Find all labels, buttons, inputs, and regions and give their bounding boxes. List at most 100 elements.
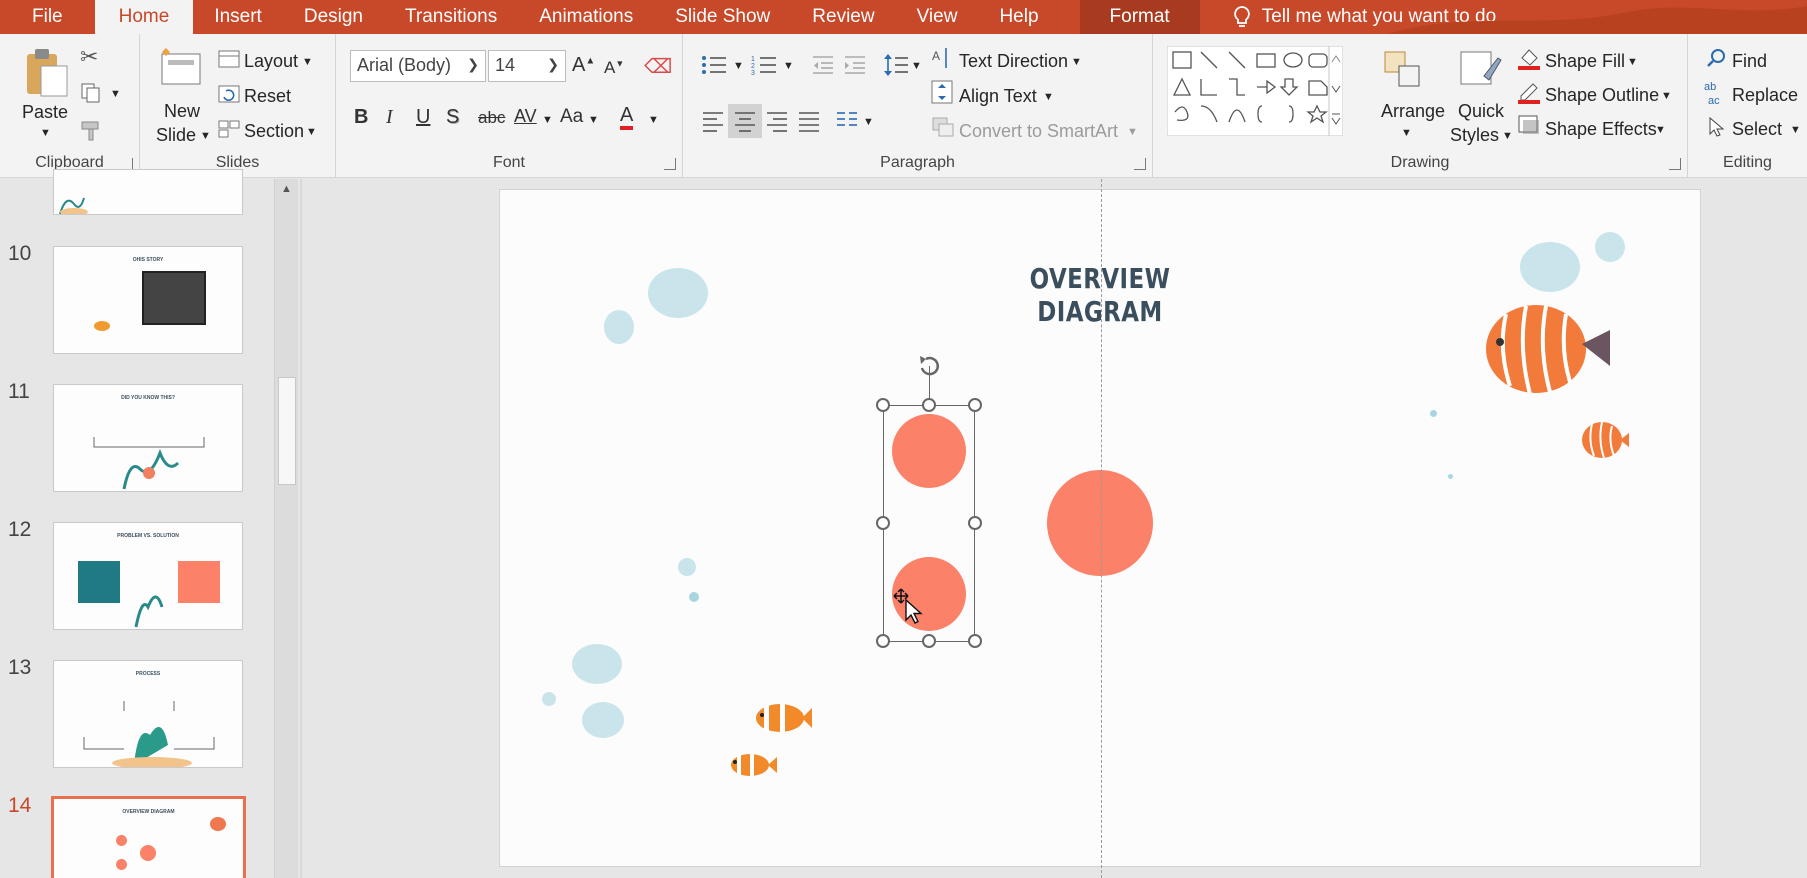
slide-thumbnail-11[interactable]: DID YOU KNOW THIS? xyxy=(53,384,243,492)
scrollbar-thumb[interactable] xyxy=(278,377,296,485)
underline-button[interactable]: U xyxy=(416,106,430,129)
scroll-up-icon[interactable]: ▲ xyxy=(281,183,292,195)
quick-styles-dropdown[interactable]: ▼ xyxy=(1502,130,1513,142)
line-spacing-dropdown[interactable]: ▼ xyxy=(911,60,922,72)
font-launcher[interactable] xyxy=(664,158,676,170)
section-dropdown[interactable]: ▼ xyxy=(306,126,317,138)
new-slide-dropdown[interactable]: ▼ xyxy=(200,130,211,142)
align-right-icon[interactable] xyxy=(765,110,789,132)
resize-handle-top[interactable] xyxy=(922,398,936,412)
font-size-combo[interactable]: 14 ❯ xyxy=(488,50,566,82)
case-dropdown[interactable]: ▼ xyxy=(588,114,599,126)
numbering-dropdown[interactable]: ▼ xyxy=(783,60,794,72)
tab-home[interactable]: Home xyxy=(94,0,194,34)
slide-thumbnail-9[interactable] xyxy=(53,169,243,215)
numbering-icon[interactable]: 123 xyxy=(751,54,777,76)
new-slide-label-2[interactable]: Slide xyxy=(156,125,196,146)
shape-outline-dropdown[interactable]: ▼ xyxy=(1661,90,1672,102)
paste-button[interactable]: Paste xyxy=(22,102,68,123)
select-button[interactable]: Select xyxy=(1732,119,1782,140)
columns-icon[interactable] xyxy=(835,110,859,132)
line-spacing-icon[interactable] xyxy=(883,52,909,78)
paragraph-launcher[interactable] xyxy=(1134,158,1146,170)
slide-thumbnail-12[interactable]: PROBLEM VS. SOLUTION xyxy=(53,522,243,630)
format-painter-icon[interactable] xyxy=(80,120,102,142)
justify-icon[interactable] xyxy=(797,110,821,132)
align-center-icon[interactable] xyxy=(733,110,757,132)
strikethrough-button[interactable]: abc xyxy=(478,108,505,128)
shadow-button[interactable]: S xyxy=(446,106,459,129)
smartart-dropdown[interactable]: ▼ xyxy=(1127,126,1138,138)
slide-thumbnail-13[interactable]: PROCESS xyxy=(53,660,243,768)
tab-transitions[interactable]: Transitions xyxy=(384,0,518,34)
tab-design[interactable]: Design xyxy=(283,0,384,34)
slide-thumbnail-10[interactable]: OHIS STORY xyxy=(53,246,243,354)
quick-styles-label-1[interactable]: Quick xyxy=(1458,101,1504,122)
grow-font-icon[interactable]: A▲ xyxy=(572,54,595,77)
new-slide-icon[interactable] xyxy=(158,48,202,88)
tab-review[interactable]: Review xyxy=(791,0,895,34)
resize-handle-left[interactable] xyxy=(876,516,890,530)
font-color-dropdown[interactable]: ▼ xyxy=(648,114,659,126)
tab-view[interactable]: View xyxy=(896,0,979,34)
slide-thumbnail-14[interactable]: OVERVIEW DIAGRAM xyxy=(51,796,246,878)
copy-icon[interactable] xyxy=(80,82,102,104)
arrange-dropdown[interactable]: ▼ xyxy=(1401,127,1412,139)
change-case-button[interactable]: Aa xyxy=(560,106,583,128)
align-left-icon[interactable] xyxy=(701,110,725,132)
text-direction-dropdown[interactable]: ▼ xyxy=(1071,56,1082,68)
shrink-font-icon[interactable]: A▼ xyxy=(604,58,624,78)
shapes-gallery-icon[interactable] xyxy=(1167,46,1343,136)
reset-button[interactable]: Reset xyxy=(244,86,291,107)
bullets-dropdown[interactable]: ▼ xyxy=(733,60,744,72)
cut-icon[interactable]: ✂ xyxy=(80,44,98,70)
tab-format[interactable]: Format xyxy=(1079,0,1200,34)
tab-slide-show[interactable]: Slide Show xyxy=(654,0,791,34)
align-text-button[interactable]: Align Text xyxy=(959,86,1037,107)
spacing-dropdown[interactable]: ▼ xyxy=(542,114,553,126)
resize-handle-bottom-right[interactable] xyxy=(968,634,982,648)
tab-help[interactable]: Help xyxy=(978,0,1059,34)
bold-button[interactable]: B xyxy=(354,106,368,129)
find-button[interactable]: Find xyxy=(1732,51,1767,72)
convert-smartart-button[interactable]: Convert to SmartArt xyxy=(959,121,1118,142)
thumbnail-scrollbar[interactable]: ▲ xyxy=(274,179,298,878)
font-color-button[interactable]: A xyxy=(620,104,634,130)
character-spacing-button[interactable]: AV xyxy=(514,106,537,127)
current-slide[interactable]: OVERVIEW DIAGRAM xyxy=(500,190,1700,866)
slide-title[interactable]: OVERVIEW DIAGRAM xyxy=(998,262,1203,328)
align-text-dropdown[interactable]: ▼ xyxy=(1043,91,1054,103)
font-name-combo[interactable]: Arial (Body) ❯ xyxy=(350,50,486,82)
select-dropdown[interactable]: ▼ xyxy=(1790,124,1801,136)
paste-icon[interactable] xyxy=(24,46,70,98)
resize-handle-top-left[interactable] xyxy=(876,398,890,412)
resize-handle-bottom-left[interactable] xyxy=(876,634,890,648)
shape-effects-button[interactable]: Shape Effects xyxy=(1545,119,1657,140)
shape-effects-dropdown[interactable]: ▼ xyxy=(1655,124,1666,136)
resize-handle-right[interactable] xyxy=(968,516,982,530)
resize-handle-top-right[interactable] xyxy=(968,398,982,412)
rotate-handle-icon[interactable] xyxy=(914,352,946,382)
quick-styles-label-2[interactable]: Styles xyxy=(1450,125,1499,146)
shape-fill-dropdown[interactable]: ▼ xyxy=(1627,56,1638,68)
tab-file[interactable]: File xyxy=(0,0,95,34)
layout-button[interactable]: Layout xyxy=(244,51,298,72)
section-button[interactable]: Section xyxy=(244,121,304,142)
resize-handle-bottom[interactable] xyxy=(922,634,936,648)
tab-animations[interactable]: Animations xyxy=(518,0,654,34)
arrange-button[interactable]: Arrange xyxy=(1381,101,1445,122)
shape-outline-button[interactable]: Shape Outline xyxy=(1545,85,1659,106)
layout-dropdown[interactable]: ▼ xyxy=(302,56,313,68)
bullets-icon[interactable] xyxy=(701,54,727,76)
diagram-circle-large[interactable] xyxy=(1047,470,1153,576)
replace-button[interactable]: Replace xyxy=(1732,85,1798,106)
copy-dropdown[interactable]: ▼ xyxy=(110,88,121,100)
shape-fill-button[interactable]: Shape Fill xyxy=(1545,51,1625,72)
clear-format-icon[interactable]: ⌫ xyxy=(644,54,672,79)
italic-button[interactable]: I xyxy=(386,106,393,129)
columns-dropdown[interactable]: ▼ xyxy=(863,116,874,128)
increase-indent-icon[interactable] xyxy=(843,54,867,76)
decrease-indent-icon[interactable] xyxy=(811,54,835,76)
paste-dropdown[interactable]: ▼ xyxy=(40,127,51,139)
new-slide-label-1[interactable]: New xyxy=(164,101,200,122)
